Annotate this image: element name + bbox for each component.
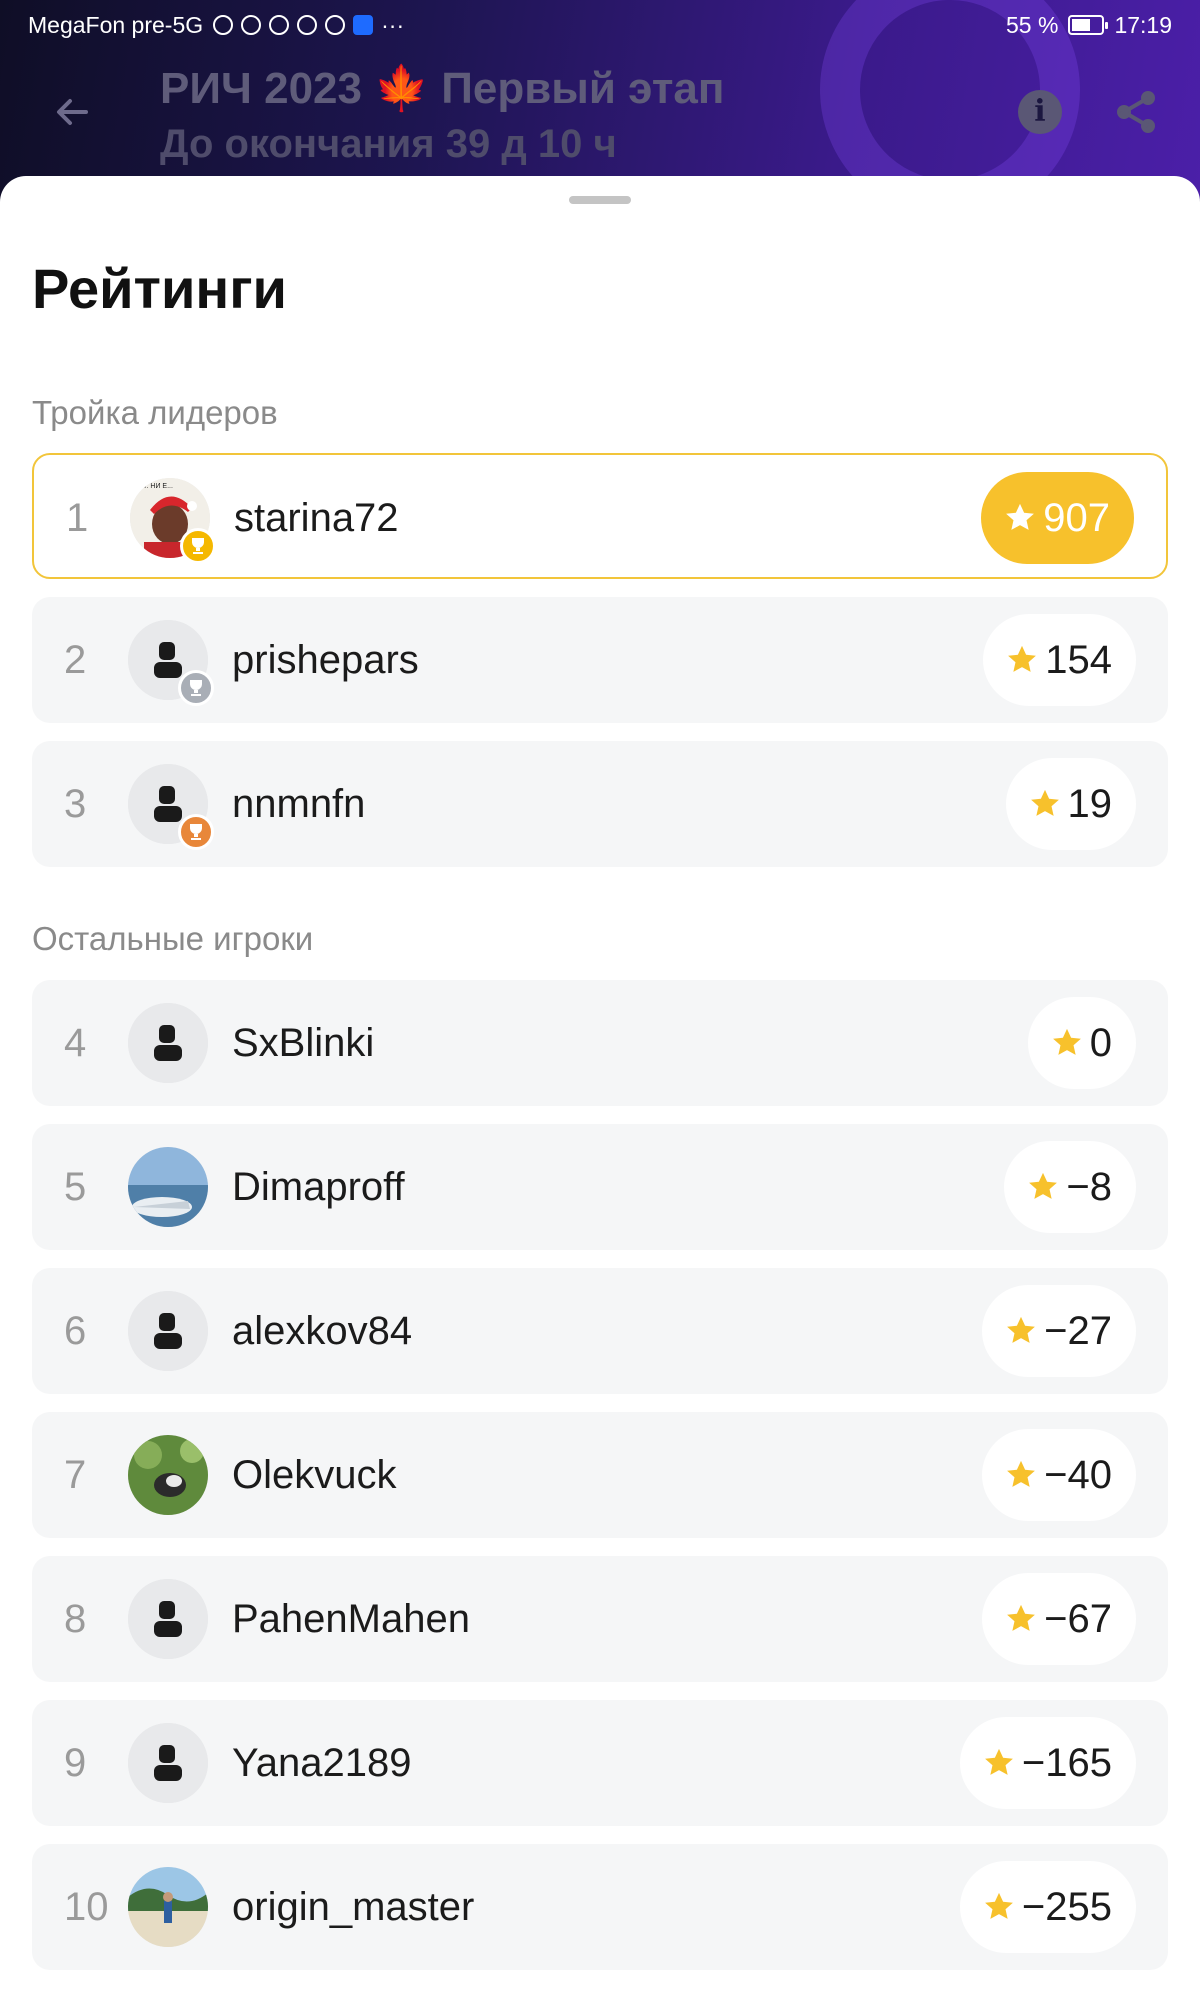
star-icon	[1007, 1604, 1036, 1631]
avatar: к.Т. НИ Е...	[130, 478, 216, 564]
status-bar: MegaFon pre-5G ··· 55 % 17:19	[0, 0, 1200, 50]
score-badge: 154	[983, 614, 1136, 706]
avatar	[128, 1291, 208, 1371]
signal-icon	[213, 15, 234, 35]
star-icon	[1030, 789, 1059, 816]
info-icon[interactable]: i	[1018, 90, 1062, 134]
star-icon	[1006, 503, 1035, 530]
player-name: Yana2189	[232, 1741, 412, 1785]
player-name: alexkov84	[232, 1309, 413, 1353]
score-badge: 0	[1027, 997, 1136, 1089]
rank-number: 5	[64, 1165, 87, 1209]
star-icon	[985, 1748, 1013, 1775]
score-value: 19	[1067, 781, 1113, 826]
app-header: MegaFon pre-5G ··· 55 % 17:19 РИЧ 2023 🍁…	[0, 0, 1200, 200]
back-arrow-icon[interactable]	[52, 92, 92, 132]
player-name: origin_master	[232, 1885, 475, 1929]
star-icon	[1029, 1172, 1058, 1199]
avatar	[128, 1723, 208, 1803]
avatar	[128, 620, 214, 706]
avatar	[128, 1579, 208, 1659]
score-badge: −67	[982, 1573, 1136, 1665]
rank-number: 8	[64, 1597, 87, 1641]
silver-trophy-icon	[178, 670, 214, 706]
score-value: 907	[1043, 495, 1110, 540]
star-icon	[1052, 1028, 1081, 1055]
score-badge: 19	[1005, 758, 1136, 850]
player-name: starina72	[234, 496, 399, 540]
score-badge: −27	[982, 1285, 1136, 1377]
carrier-name: MegaFon pre-5G	[28, 11, 204, 38]
player-name: PahenMahen	[232, 1597, 470, 1641]
ratings-sheet: Рейтинги Тройка лидеров 1 к.Т. НИ Е... s…	[0, 176, 1200, 2000]
others-section-label: Остальные игроки	[32, 920, 314, 957]
countdown-text: До окончания 39 д 10 ч	[160, 122, 617, 166]
battery-level: 55 %	[1006, 11, 1059, 38]
battery-icon	[1068, 15, 1109, 35]
rank-number: 2	[64, 638, 87, 682]
rank-number: 4	[64, 1021, 87, 1065]
star-icon	[1007, 1316, 1036, 1343]
rank-number: 6	[64, 1309, 87, 1353]
sheet-drag-handle[interactable]	[569, 196, 631, 204]
bronze-trophy-icon	[178, 814, 214, 850]
leaderboard-row[interactable]: 7 Olekvuck −40	[32, 1412, 1168, 1538]
avatar	[128, 764, 214, 850]
score-badge: −8	[1004, 1141, 1136, 1233]
rank-number: 1	[66, 496, 89, 540]
more-icon: ···	[381, 11, 405, 38]
viber-icon	[269, 15, 290, 35]
leaderboard-row[interactable]: 4 SxBlinki 0	[32, 980, 1168, 1106]
score-badge: −165	[959, 1717, 1136, 1809]
leaderboard-row[interactable]: 9 Yana2189 −165	[32, 1700, 1168, 1826]
score-value: −8	[1066, 1164, 1112, 1209]
at-icon	[325, 15, 346, 35]
notification-icons: ···	[213, 12, 404, 39]
score-value: 0	[1089, 1020, 1112, 1065]
star-icon	[1008, 645, 1037, 672]
settings-icon	[297, 15, 318, 35]
player-name: nnmnfn	[232, 782, 366, 826]
gold-trophy-icon	[180, 528, 216, 564]
leaders-section-label: Тройка лидеров	[32, 394, 278, 431]
score-value: −165	[1021, 1740, 1112, 1785]
score-value: −67	[1044, 1596, 1112, 1641]
clock: 17:19	[1114, 11, 1172, 38]
leaderboard-row[interactable]: 2 prishepars 154	[32, 597, 1168, 723]
svg-text:к.Т. НИ Е...: к.Т. НИ Е...	[138, 483, 173, 490]
sheet-title: Рейтинги	[32, 257, 287, 320]
avatar	[128, 1147, 208, 1227]
score-value: −255	[1021, 1884, 1112, 1929]
avatar	[128, 1435, 208, 1515]
cloud-icon	[241, 15, 262, 35]
score-badge: −255	[959, 1861, 1136, 1953]
score-value: −40	[1044, 1452, 1112, 1497]
star-icon	[1007, 1460, 1036, 1487]
leaderboard-row[interactable]: 8 PahenMahen −67	[32, 1556, 1168, 1682]
leaderboard-row[interactable]: 1 к.Т. НИ Е... starina72 907	[32, 453, 1168, 579]
page-title: РИЧ 2023 🍁 Первый этап	[160, 64, 725, 113]
score-value: −27	[1044, 1308, 1112, 1353]
leaderboard-row[interactable]: 6 alexkov84 −27	[32, 1268, 1168, 1394]
score-badge: 907	[981, 472, 1134, 564]
rank-number: 9	[64, 1741, 87, 1785]
score-value: 154	[1045, 637, 1112, 682]
rank-number: 10	[64, 1885, 109, 1929]
leaderboard-row[interactable]: 10 origin_master −255	[32, 1844, 1168, 1970]
avatar	[128, 1867, 208, 1947]
rank-number: 7	[64, 1453, 87, 1497]
rank-number: 3	[64, 782, 87, 826]
leaderboard-row[interactable]: 5 Dimaproff −8	[32, 1124, 1168, 1250]
score-badge: −40	[982, 1429, 1136, 1521]
star-icon	[985, 1892, 1013, 1919]
share-icon[interactable]	[1112, 88, 1160, 136]
leaderboard-row[interactable]: 3 nnmnfn 19	[32, 741, 1168, 867]
player-name: SxBlinki	[232, 1021, 375, 1065]
player-name: Dimaproff	[232, 1165, 405, 1209]
avatar	[128, 1003, 208, 1083]
player-name: Olekvuck	[232, 1453, 397, 1497]
app-notification-icon	[353, 15, 374, 35]
player-name: prishepars	[232, 638, 419, 682]
